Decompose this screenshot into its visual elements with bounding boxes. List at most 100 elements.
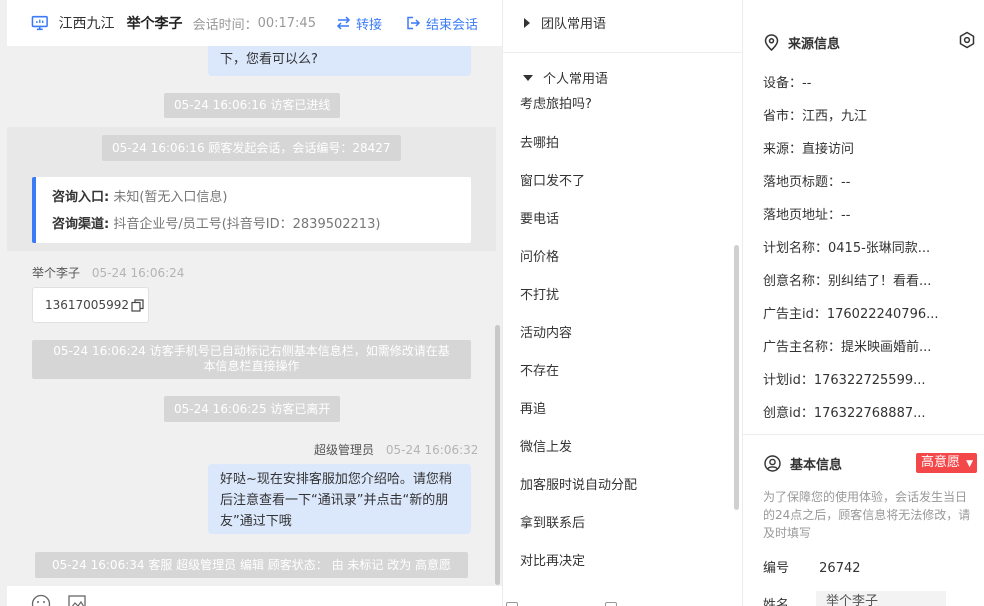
info-creative-id: 创意id：176322768887...	[763, 406, 926, 421]
quick-reply-item[interactable]: 活动内容	[520, 322, 572, 341]
customer-info-panel: 来源信息 设备：-- 省市：江西，九江 来源：直接访问 落地页标题：-- 落地页…	[742, 0, 984, 606]
entry-value: 未知(暂无入口信息)	[113, 190, 228, 205]
edit-notice: 为了保障您的使用体验，会话发生当日的24点之后，顾客信息将无法修改，请及时填写	[763, 490, 971, 540]
chat-input-toolbar	[7, 586, 502, 606]
system-message-text: 05-24 16:06:34 客服 超级管理员 编辑 顾客状态： 由 未标记 改…	[51, 558, 452, 572]
section-divider	[743, 434, 984, 435]
info-source: 来源：直接访问	[763, 142, 855, 157]
transfer-button[interactable]: 转接	[336, 14, 382, 33]
monitor-icon	[31, 15, 48, 31]
sender-name: 超级管理员	[314, 443, 375, 457]
sent-time: 05-24 16:06:24	[91, 266, 185, 280]
info-device: 设备：--	[763, 76, 812, 91]
replies-scrollbar[interactable]	[734, 245, 739, 510]
serial-row: 编号 26742	[763, 557, 861, 576]
info-plan-name: 计划名称：0415-张琳同款...	[763, 241, 931, 256]
system-message-text: 05-24 16:06:16 顾客发起会话，会话编号：28427	[112, 141, 391, 155]
channel-key: 咨询渠道:	[52, 217, 110, 232]
end-session-button[interactable]: 结束会话	[406, 14, 478, 33]
channel-value: 抖音企业号/员工号(抖音号ID：2839502213)	[113, 217, 381, 232]
personal-group-label: 个人常用语	[543, 72, 609, 87]
visitor-phone-message: 13617005992	[32, 287, 149, 323]
system-message-text: 05-24 16:06:25 访客已离开	[174, 402, 331, 416]
session-time-value: 00:17:45	[257, 15, 316, 31]
name-field[interactable]: 举个李子	[816, 591, 946, 606]
system-message: 05-24 16:06:16 顾客发起会话，会话编号：28427	[102, 135, 401, 161]
chat-scrollbar[interactable]	[495, 325, 500, 585]
replies-footer	[503, 594, 742, 606]
end-session-label: 结束会话	[425, 17, 478, 33]
message-text: 好哒~现在安排客服加您介绍哈。请您稍	[220, 472, 452, 487]
quick-reply-item[interactable]: 微信上发	[520, 436, 572, 455]
message-text: 下，您看可以么?	[220, 52, 318, 67]
session-time-label: 会话时间：	[192, 17, 258, 33]
info-advertiser-id: 广告主id：176022240796...	[763, 307, 939, 322]
system-message: 05-24 16:06:24 访客手机号已自动标记右侧基本信息栏，如需修改请在基…	[32, 340, 471, 379]
quick-reply-item[interactable]: 考虑旅拍吗?	[520, 93, 592, 112]
name-label: 姓名	[763, 598, 790, 606]
system-message-text: 05-24 16:06:24 访客手机号已自动标记右侧基本信息栏，如需修改请在基	[53, 344, 450, 358]
entry-key: 咨询入口:	[52, 190, 110, 205]
visitor-name: 举个李子	[126, 16, 183, 32]
team-group-label: 团队常用语	[541, 17, 607, 32]
location-pin-icon	[764, 34, 779, 51]
channel-row: 咨询渠道: 抖音企业号/员工号(抖音号ID：2839502213)	[52, 211, 471, 238]
entry-row: 咨询入口: 未知(暂无入口信息)	[52, 184, 471, 211]
user-circle-icon	[764, 455, 781, 472]
message-text: 后注意查看一下“通讯录”并点击“新的朋	[220, 493, 449, 508]
image-icon[interactable]	[67, 594, 87, 606]
caret-down-icon	[523, 74, 533, 81]
info-landing-url: 落地页地址：--	[763, 208, 851, 223]
quick-reply-item[interactable]: 加客服时说自动分配	[520, 474, 637, 493]
info-plan-id: 计划id：176322725599...	[763, 373, 926, 388]
quick-reply-item[interactable]: 不打扰	[520, 284, 559, 303]
copy-icon[interactable]	[131, 298, 144, 312]
emoji-icon[interactable]	[31, 594, 51, 606]
system-message: 05-24 16:06:25 访客已离开	[164, 396, 341, 422]
entry-info-card: 咨询入口: 未知(暂无入口信息) 咨询渠道: 抖音企业号/员工号(抖音号ID：2…	[32, 177, 471, 243]
system-message-text: 05-24 16:06:16 访客已进线	[174, 98, 331, 112]
section-title: 来源信息	[788, 37, 841, 52]
checkbox[interactable]	[605, 602, 617, 606]
serial-label: 编号	[763, 561, 790, 576]
agent-message-meta: 超级管理员 05-24 16:06:32	[314, 441, 478, 458]
system-message: 05-24 16:06:16 访客已进线	[164, 93, 341, 118]
quick-reply-item[interactable]: 再追	[520, 398, 546, 417]
divider	[503, 52, 742, 53]
quick-reply-item[interactable]: 不存在	[520, 360, 559, 379]
quick-reply-item[interactable]: 要电话	[520, 208, 559, 227]
info-creative-name: 创意名称：别纠结了！看看...	[763, 274, 932, 289]
quick-replies-panel: 团队常用语 个人常用语 考虑旅拍吗? 去哪拍 窗口发不了 要电话 问价格 不打扰…	[502, 0, 742, 606]
chat-panel: 江西九江 举个李子 会话时间： 00:17:45 转接 结束会话 下，您看可以么…	[0, 0, 502, 606]
section-title: 基本信息	[790, 458, 843, 473]
basic-info-title: 基本信息	[764, 454, 842, 473]
personal-replies-group[interactable]: 个人常用语	[523, 68, 608, 87]
quick-reply-item[interactable]: 去哪拍	[520, 132, 559, 151]
message-text: 友”通过下哦	[220, 514, 292, 529]
agent-message-bubble: 下，您看可以么?	[208, 46, 471, 76]
system-message-text: 本信息栏直接操作	[203, 359, 300, 373]
transfer-icon	[336, 16, 351, 30]
message-list[interactable]: 下，您看可以么? 05-24 16:06:16 访客已进线 05-24 16:0…	[7, 46, 502, 586]
team-replies-group[interactable]: 团队常用语	[523, 13, 606, 32]
visitor-message-meta: 举个李子 05-24 16:06:24	[32, 264, 184, 281]
phone-number: 13617005992	[45, 298, 129, 312]
intent-status-dropdown[interactable]: 高意愿 ▼	[916, 453, 977, 473]
sent-time: 05-24 16:06:32	[385, 443, 479, 457]
sender-name: 举个李子	[32, 266, 81, 280]
info-landing-title: 落地页标题：--	[763, 175, 851, 190]
caret-right-icon	[524, 17, 530, 28]
quick-reply-item[interactable]: 问价格	[520, 246, 559, 265]
quick-reply-item[interactable]: 拿到联系后	[520, 512, 585, 531]
quick-reply-item[interactable]: 对比再决定	[520, 550, 585, 569]
settings-icon[interactable]	[958, 31, 976, 49]
caret-down-icon: ▼	[966, 459, 974, 469]
agent-message-bubble: 好哒~现在安排客服加您介绍哈。请您稍 后注意查看一下“通讯录”并点击“新的朋 友…	[208, 464, 471, 534]
visitor-location: 江西九江	[58, 16, 115, 32]
checkbox[interactable]	[506, 602, 518, 606]
intent-status-label: 高意愿	[921, 455, 961, 470]
source-info-title: 来源信息	[764, 33, 840, 52]
quick-reply-item[interactable]: 窗口发不了	[520, 170, 585, 189]
serial-value: 26742	[819, 561, 861, 576]
info-province-city: 省市：江西，九江	[763, 109, 868, 124]
